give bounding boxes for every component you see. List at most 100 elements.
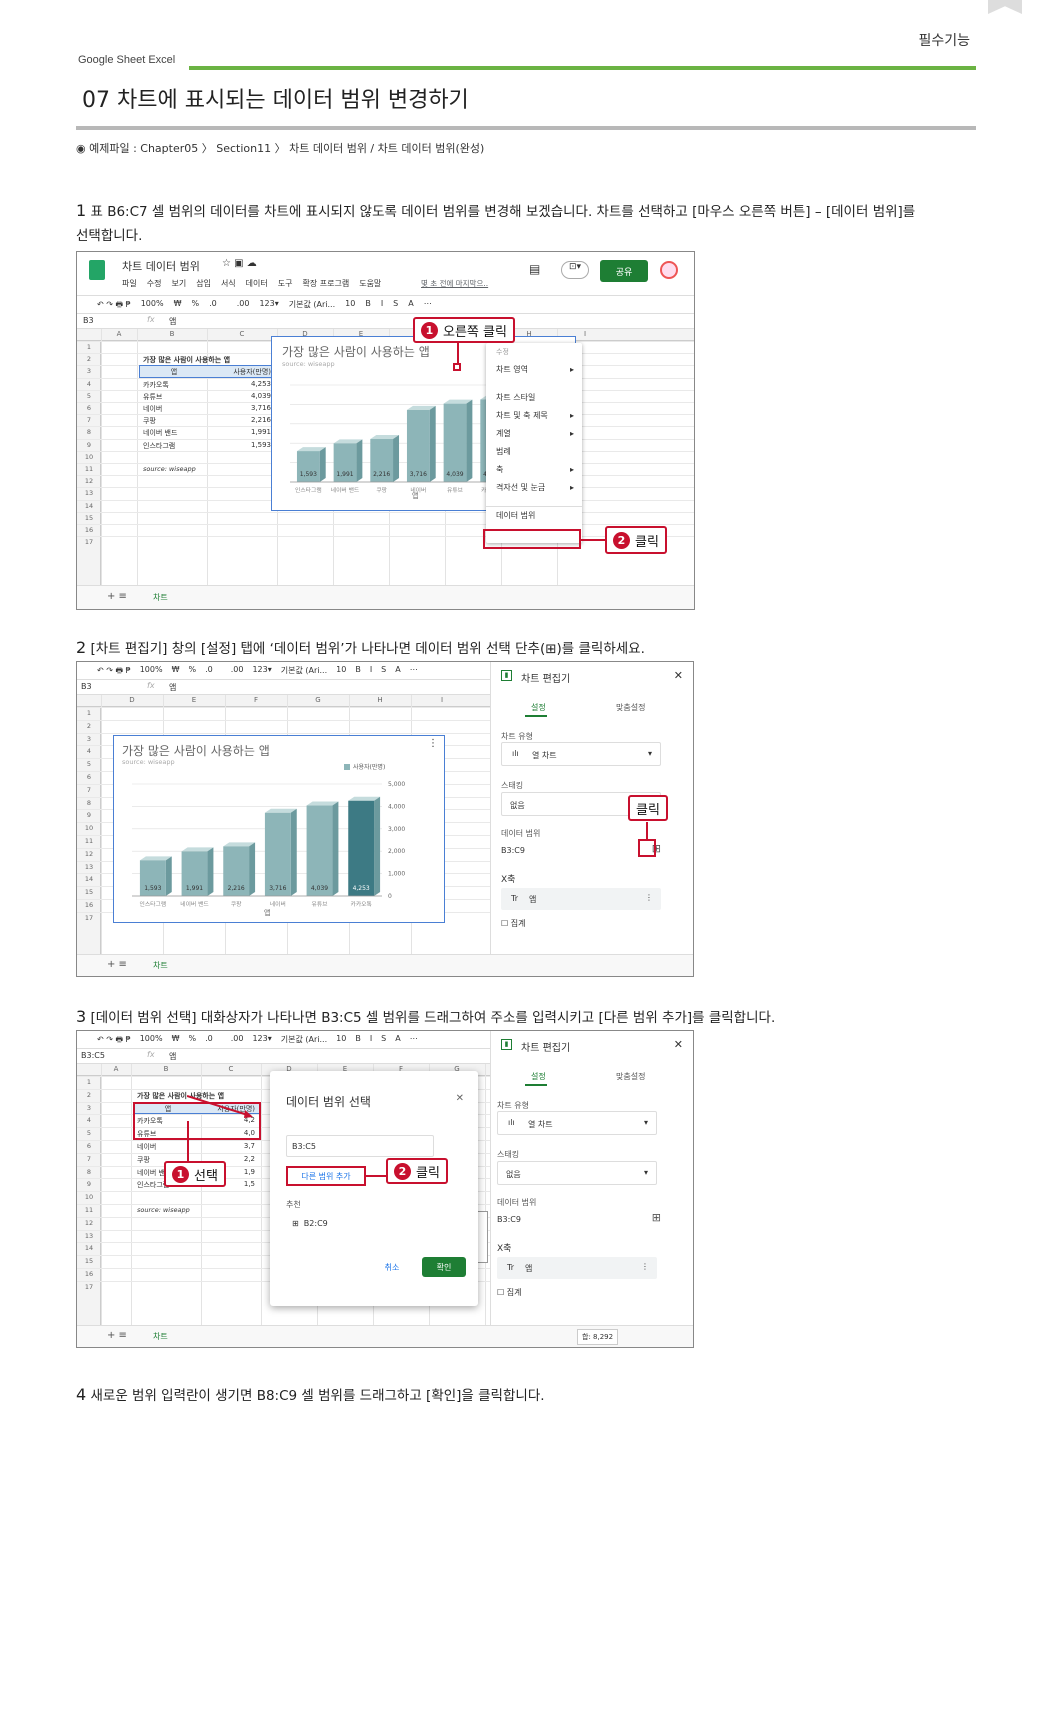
sheet-tab[interactable]: 차트 xyxy=(153,592,168,603)
toolbar-button[interactable]: % xyxy=(188,1034,196,1048)
row-header[interactable]: 3 xyxy=(77,735,101,743)
toolbar-button[interactable]: S xyxy=(381,665,386,679)
row-header[interactable]: 7 xyxy=(77,416,101,424)
row-header[interactable]: 16 xyxy=(77,526,101,534)
formula-input-2[interactable]: 앱 xyxy=(169,682,176,693)
undo-icon[interactable]: ↶ ↷ 🖶 ₱ xyxy=(97,1034,131,1048)
menu-item[interactable]: 서식 xyxy=(221,278,236,289)
table-cell-app[interactable]: 유튜브 xyxy=(143,392,162,402)
row-header[interactable]: 17 xyxy=(77,538,101,546)
menu-item-gridlines[interactable]: 격자선 및 눈금 ▸ xyxy=(486,479,582,497)
row-header[interactable]: 12 xyxy=(77,1219,101,1227)
row-header[interactable]: 1 xyxy=(77,709,101,717)
last-edit-link[interactable]: 몇 초 전에 마지막으.. xyxy=(421,278,488,289)
data-range-value-2[interactable]: B3:C9 xyxy=(497,1215,521,1224)
row-header[interactable]: 16 xyxy=(77,901,101,909)
toolbar-button[interactable]: .0 xyxy=(205,1034,213,1048)
aggregate-checkbox[interactable]: ☐ 집계 xyxy=(501,918,525,929)
toolbar-button[interactable]: 기본값 (Ari... xyxy=(281,665,327,679)
chart-type-select[interactable]: ılı 열 차트 ▾ xyxy=(501,742,661,766)
share-button[interactable]: 공유 xyxy=(600,260,648,282)
x-axis-chip-2[interactable]: Tr 앱 ⋮ xyxy=(497,1257,657,1279)
range-input[interactable]: B3:C5 xyxy=(286,1135,434,1157)
tab-settings-2[interactable]: 설정 xyxy=(531,1071,546,1082)
add-range-button[interactable]: 다른 범위 추가 xyxy=(286,1166,366,1186)
data-range-value[interactable]: B3:C9 xyxy=(501,846,525,855)
row-header[interactable]: 11 xyxy=(77,837,101,845)
table-header-cell[interactable]: 앱 xyxy=(143,367,205,377)
column-header[interactable]: B xyxy=(137,330,207,338)
row-header[interactable]: 13 xyxy=(77,863,101,871)
row-header[interactable]: 2 xyxy=(77,722,101,730)
toolbar-button[interactable]: 10 xyxy=(336,665,346,679)
row-header[interactable]: 8 xyxy=(77,1168,101,1176)
toolbar-button[interactable]: 10 xyxy=(345,299,355,313)
row-header[interactable]: 15 xyxy=(77,888,101,896)
toolbar-button[interactable]: .00 xyxy=(231,1034,244,1048)
column-header[interactable]: A xyxy=(101,330,137,338)
menu-item-axis[interactable]: 축 ▸ xyxy=(486,461,582,479)
toolbar-button[interactable]: ₩ xyxy=(174,299,182,313)
row-header[interactable]: 16 xyxy=(77,1270,101,1278)
name-box-2[interactable]: B3 xyxy=(81,682,92,691)
table-cell-users[interactable]: 4,253 xyxy=(207,380,271,388)
toolbar-button[interactable]: 123▾ xyxy=(252,1034,271,1048)
row-header[interactable]: 7 xyxy=(77,786,101,794)
toolbar-button[interactable]: .0 xyxy=(205,665,213,679)
close-icon[interactable]: ✕ xyxy=(674,669,683,682)
chart-type-select-2[interactable]: ılı 열 차트 ▾ xyxy=(497,1111,657,1135)
x-axis-chip[interactable]: Tr 앱 ⋮ xyxy=(501,888,661,910)
row-header[interactable]: 5 xyxy=(77,1129,101,1137)
row-header[interactable]: 10 xyxy=(77,1193,101,1201)
column-header[interactable]: E xyxy=(163,696,225,704)
close-icon-2[interactable]: ✕ xyxy=(674,1038,683,1051)
column-header[interactable]: D xyxy=(101,696,163,704)
row-header[interactable]: 4 xyxy=(77,380,101,388)
row-header[interactable]: 17 xyxy=(77,914,101,922)
toolbar-button[interactable]: I xyxy=(370,1034,372,1048)
toolbar-button[interactable]: 100% xyxy=(140,1034,163,1048)
table-cell-app[interactable]: 카카오톡 xyxy=(143,380,169,390)
menu-item[interactable]: 보기 xyxy=(171,278,186,289)
table-cell-app[interactable]: 네이버 xyxy=(143,404,162,414)
name-box-3[interactable]: B3:C5 xyxy=(81,1051,105,1060)
aggregate-checkbox-2[interactable]: ☐ 집계 xyxy=(497,1287,521,1298)
menu-item-chart-style[interactable]: 차트 스타일 xyxy=(486,389,582,407)
toolbar-button[interactable]: B xyxy=(365,299,371,313)
toolbar-button[interactable]: 123▾ xyxy=(252,665,271,679)
column-header[interactable]: G xyxy=(287,696,349,704)
toolbar-button[interactable]: 100% xyxy=(140,665,163,679)
toolbar-button[interactable]: B xyxy=(355,1034,361,1048)
toolbar-button[interactable]: ₩ xyxy=(172,1034,180,1048)
table-source[interactable]: source: wiseapp xyxy=(143,465,196,473)
row-header[interactable]: 13 xyxy=(77,1232,101,1240)
stacking-select-2[interactable]: 없음 ▾ xyxy=(497,1161,657,1185)
table-cell-users[interactable]: 3,7 xyxy=(201,1142,255,1150)
toolbar-button[interactable]: ₩ xyxy=(172,665,180,679)
row-header[interactable]: 8 xyxy=(77,428,101,436)
toolbar-button[interactable]: S xyxy=(381,1034,386,1048)
undo-icon[interactable]: ↶ ↷ 🖶 ₱ xyxy=(97,665,131,679)
row-header[interactable]: 6 xyxy=(77,773,101,781)
chart-2[interactable]: 가장 많은 사람이 사용하는 앱 source: wiseapp ⋮ 0 1,00… xyxy=(113,735,445,923)
column-header[interactable]: I xyxy=(411,696,473,704)
menu-item-chart-area[interactable]: 차트 영역 ▸ xyxy=(486,361,582,379)
toolbar-button[interactable]: 10 xyxy=(336,1034,346,1048)
sheet-tab-2[interactable]: 차트 xyxy=(153,960,168,971)
column-header[interactable]: B xyxy=(131,1065,201,1073)
toolbar-button[interactable]: % xyxy=(188,665,196,679)
toolbar-button[interactable]: 100% xyxy=(141,299,164,313)
column-header[interactable]: A xyxy=(101,1065,131,1073)
row-header[interactable]: 14 xyxy=(77,502,101,510)
row-header[interactable]: 10 xyxy=(77,453,101,461)
table-source[interactable]: source: wiseapp xyxy=(137,1206,190,1214)
menu-item[interactable]: 확장 프로그램 xyxy=(303,278,350,289)
toolbar-button[interactable]: B xyxy=(355,665,361,679)
range-select-icon-2[interactable]: ⊞ xyxy=(652,1211,661,1224)
tab-customize[interactable]: 맞춤설정 xyxy=(616,702,645,713)
toolbar-button[interactable]: 123▾ xyxy=(259,299,278,313)
table-cell-users[interactable]: 3,716 xyxy=(207,404,271,412)
toolbar-button[interactable]: 기본값 (Ari... xyxy=(281,1034,327,1048)
more-icon[interactable]: ⋯ xyxy=(410,665,418,679)
table-cell-app[interactable]: 쿠팡 xyxy=(143,416,156,426)
